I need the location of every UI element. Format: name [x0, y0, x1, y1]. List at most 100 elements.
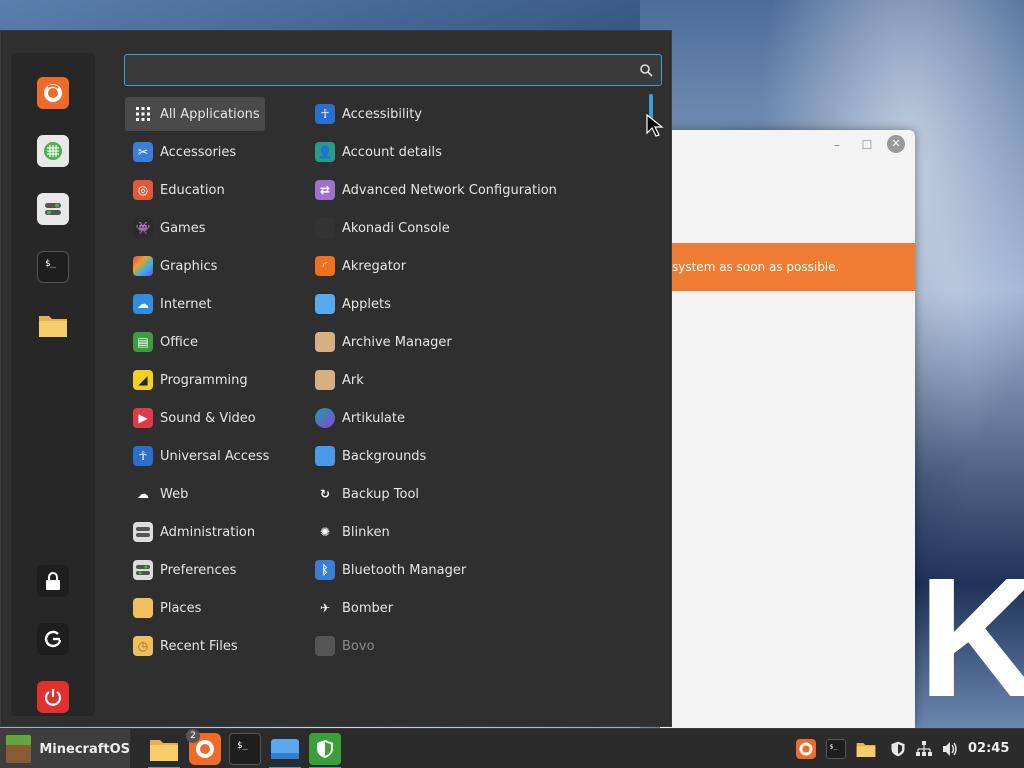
category-sound-video[interactable]: ▶ Sound & Video — [125, 401, 265, 435]
maximize-button[interactable]: ☐ — [860, 138, 874, 152]
app-accessibility[interactable]: ☥ Accessibility — [307, 97, 637, 131]
applets-icon — [315, 294, 335, 314]
svg-text:$_: $_ — [829, 742, 837, 750]
search-box[interactable] — [124, 54, 662, 86]
firefox-icon — [799, 742, 813, 756]
app-applets[interactable]: Applets — [307, 287, 637, 321]
category-administration[interactable]: Administration — [125, 515, 265, 549]
search-icon[interactable] — [639, 63, 653, 77]
artikulate-icon — [315, 408, 335, 428]
favorite-firefox[interactable] — [37, 77, 69, 109]
app-akregator[interactable]: ◜ Akregator — [307, 249, 637, 283]
category-games[interactable]: 👾 Games — [125, 211, 265, 245]
background-window[interactable]: – ☐ ✕ system as soon as possible. — [660, 130, 915, 728]
app-bovo[interactable]: Bovo — [307, 629, 637, 663]
app-bomber[interactable]: ✈ Bomber — [307, 591, 637, 625]
category-internet[interactable]: ☁ Internet — [125, 287, 265, 321]
favorite-files[interactable] — [37, 309, 69, 341]
start-menu: $_ All Applications ✂ Accessories ◎ Educ… — [0, 30, 672, 727]
applets-icon — [271, 739, 299, 759]
folder-icon — [856, 743, 876, 757]
category-label: Office — [160, 334, 198, 350]
category-places[interactable]: Places — [125, 591, 265, 625]
tray-firefox[interactable] — [796, 739, 816, 759]
preferences-icon — [133, 560, 153, 580]
category-label: Graphics — [160, 258, 218, 274]
start-menu-button[interactable]: MinecraftOS — [0, 729, 130, 768]
app-blinken[interactable]: ✺ Blinken — [307, 515, 637, 549]
app-label: Advanced Network Configuration — [342, 182, 557, 198]
network-icon: ⇄ — [315, 180, 335, 200]
folder-icon — [150, 740, 178, 761]
bovo-icon — [315, 636, 335, 656]
tray-files[interactable] — [856, 739, 876, 759]
svg-text:$_: $_ — [237, 741, 248, 751]
tray-update-shield[interactable] — [888, 739, 908, 759]
app-backup-tool[interactable]: ↻ Backup Tool — [307, 477, 637, 511]
category-education[interactable]: ◎ Education — [125, 173, 265, 207]
category-preferences[interactable]: Preferences — [125, 553, 265, 587]
category-accessories[interactable]: ✂ Accessories — [125, 135, 265, 169]
tray-volume[interactable] — [940, 739, 960, 759]
window-titlebar[interactable]: – ☐ ✕ — [660, 130, 915, 160]
taskbar-update-manager[interactable] — [309, 733, 341, 768]
app-akonadi-console[interactable]: Akonadi Console — [307, 211, 637, 245]
blinken-icon: ✺ — [315, 522, 335, 542]
shield-icon — [317, 740, 333, 758]
logout-button[interactable] — [37, 623, 69, 655]
close-button[interactable]: ✕ — [887, 135, 905, 153]
lock-screen-button[interactable] — [37, 565, 69, 597]
user-icon: 👤 — [315, 142, 335, 162]
tray-terminal[interactable]: $_ — [826, 739, 846, 759]
taskbar-files[interactable] — [148, 733, 180, 768]
web-cloud-icon: ☁ — [133, 484, 153, 504]
category-all-applications[interactable]: All Applications — [125, 97, 265, 131]
category-web[interactable]: ☁ Web — [125, 477, 265, 511]
category-programming[interactable]: ◢ Programming — [125, 363, 265, 397]
app-label: Bomber — [342, 600, 394, 616]
accessibility-icon: ☥ — [315, 104, 335, 124]
app-backgrounds[interactable]: Backgrounds — [307, 439, 637, 473]
app-bluetooth-manager[interactable]: ᛒ Bluetooth Manager — [307, 553, 637, 587]
education-icon: ◎ — [133, 180, 153, 200]
cloud-icon: ☁ — [133, 294, 153, 314]
category-label: Sound & Video — [160, 410, 256, 426]
category-office[interactable]: ▤ Office — [125, 325, 265, 359]
terminal-icon: $_ — [829, 742, 837, 750]
minimize-button[interactable]: – — [830, 138, 844, 152]
app-label: Backgrounds — [342, 448, 427, 464]
category-graphics[interactable]: Graphics — [125, 249, 265, 283]
app-label: Account details — [342, 144, 442, 160]
update-banner: system as soon as possible. — [660, 243, 915, 291]
category-label: Programming — [160, 372, 248, 388]
terminal-icon: $_ — [45, 259, 56, 269]
terminal-icon: $_ — [237, 741, 248, 751]
taskbar-applets[interactable] — [269, 733, 301, 768]
backup-icon: ↻ — [315, 484, 335, 504]
firefox-icon — [44, 84, 62, 102]
favorite-software-manager[interactable] — [37, 135, 69, 167]
category-label: Administration — [160, 524, 256, 540]
app-ark[interactable]: Ark — [307, 363, 637, 397]
app-archive-manager[interactable]: Archive Manager — [307, 325, 637, 359]
backgrounds-icon — [315, 446, 335, 466]
shutdown-button[interactable] — [37, 681, 69, 713]
taskbar: MinecraftOS 2 $_ $_ 02:45 — [0, 728, 1024, 768]
taskbar-terminal[interactable]: $_ — [229, 733, 261, 765]
category-label: Internet — [160, 296, 212, 312]
search-input[interactable] — [125, 55, 625, 85]
clock[interactable]: 02:45 — [968, 729, 1009, 768]
app-artikulate[interactable]: Artikulate — [307, 401, 637, 435]
category-label: Web — [160, 486, 189, 502]
tray-network[interactable] — [914, 739, 934, 759]
app-advanced-network-configuration[interactable]: ⇄ Advanced Network Configuration — [307, 173, 637, 207]
category-label: Accessories — [160, 144, 237, 160]
app-label: Blinken — [342, 524, 390, 540]
app-account-details[interactable]: 👤 Account details — [307, 135, 637, 169]
bluetooth-icon: ᛒ — [315, 560, 335, 580]
favorite-terminal[interactable]: $_ — [37, 251, 69, 283]
category-universal-access[interactable]: ☥ Universal Access — [125, 439, 269, 473]
recent-folder-icon: ◷ — [133, 636, 153, 656]
favorite-settings[interactable] — [37, 193, 69, 225]
category-recent-files[interactable]: ◷ Recent Files — [125, 629, 265, 663]
